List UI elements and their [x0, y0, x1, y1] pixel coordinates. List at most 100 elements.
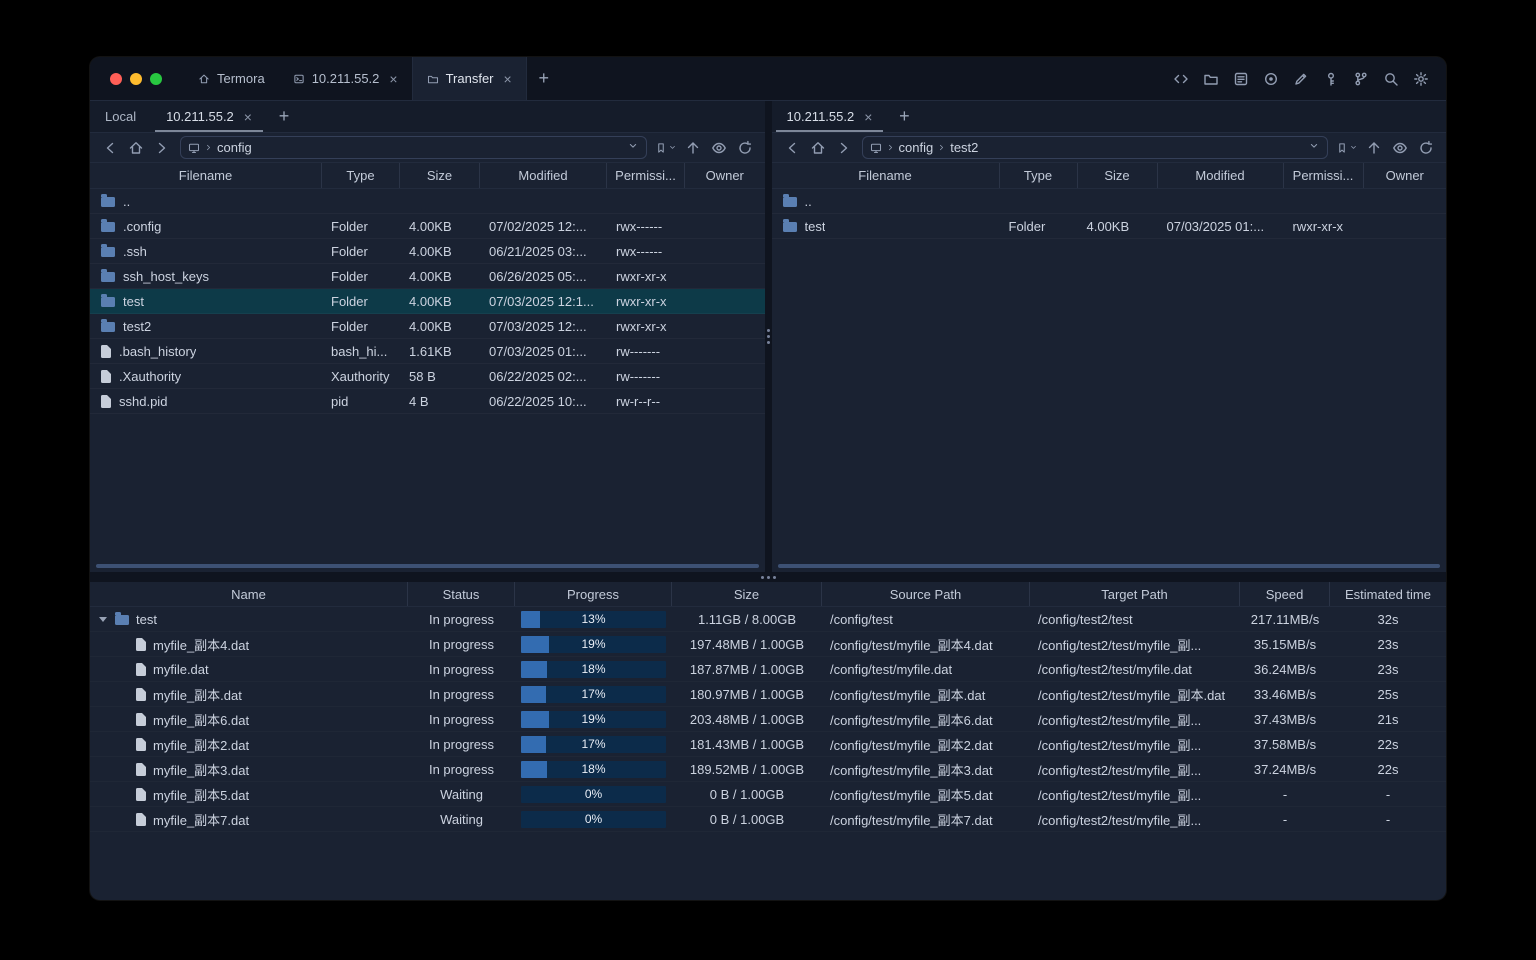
path-dropdown-button[interactable]	[627, 139, 639, 157]
path-breadcrumb[interactable]: config	[180, 136, 647, 159]
pane-splitter-vertical[interactable]	[764, 101, 772, 572]
column-header-size[interactable]: Size	[400, 163, 480, 188]
horizontal-scrollbar[interactable]	[772, 560, 1447, 572]
left-file-list[interactable]: .. .config Folder 4.00KB 07/02/2025 12:.…	[90, 189, 765, 560]
code-icon[interactable]	[1172, 70, 1190, 88]
tab-close-icon[interactable]: ×	[504, 72, 512, 86]
file-row[interactable]: .config Folder 4.00KB 07/02/2025 12:... …	[90, 214, 765, 239]
forward-button[interactable]	[150, 136, 174, 160]
transfer-row[interactable]: myfile.dat In progress 18% 187.87MB / 1.…	[90, 657, 1446, 682]
column-header-filename[interactable]: Filename	[772, 163, 1000, 188]
progress-bar: 18%	[521, 660, 666, 678]
column-header-permissions[interactable]: Permissi...	[607, 163, 685, 188]
close-window-button[interactable]	[110, 72, 122, 85]
column-header-size[interactable]: Size	[1078, 163, 1158, 188]
transfer-row[interactable]: myfile_副本2.dat In progress 17% 181.43MB …	[90, 732, 1446, 757]
search-icon[interactable]	[1382, 70, 1400, 88]
transfer-row[interactable]: test In progress 13% 1.11GB / 8.00GB /co…	[90, 607, 1446, 632]
home-button[interactable]	[124, 136, 148, 160]
path-segment[interactable]: test2	[950, 140, 978, 155]
record-icon[interactable]	[1262, 70, 1280, 88]
back-button[interactable]	[98, 136, 122, 160]
column-header-owner[interactable]: Owner	[1364, 163, 1447, 188]
folder-icon[interactable]	[1202, 70, 1220, 88]
right-file-list[interactable]: .. test Folder 4.00KB 07/03/2025 01:... …	[772, 189, 1447, 560]
path-segment[interactable]: config	[899, 140, 934, 155]
show-hidden-button[interactable]	[707, 136, 731, 160]
log-icon[interactable]	[1232, 70, 1250, 88]
show-hidden-button[interactable]	[1388, 136, 1412, 160]
file-row[interactable]: test2 Folder 4.00KB 07/03/2025 12:... rw…	[90, 314, 765, 339]
forward-button[interactable]	[832, 136, 856, 160]
bookmark-button[interactable]	[1334, 142, 1360, 154]
new-pane-tab-button[interactable]: +	[887, 101, 921, 132]
scrollbar-thumb[interactable]	[96, 564, 759, 568]
pane-splitter-horizontal[interactable]	[90, 572, 1446, 582]
back-button[interactable]	[780, 136, 804, 160]
file-row[interactable]: ..	[772, 189, 1447, 214]
column-header-status[interactable]: Status	[408, 582, 515, 606]
transfer-row[interactable]: myfile_副本7.dat Waiting 0% 0 B / 1.00GB /…	[90, 807, 1446, 832]
file-row[interactable]: .Xauthority Xauthority 58 B 06/22/2025 0…	[90, 364, 765, 389]
tab-local[interactable]: Local	[90, 101, 151, 132]
column-header-name[interactable]: Name	[90, 582, 408, 606]
file-row[interactable]: .bash_history bash_hi... 1.61KB 07/03/20…	[90, 339, 765, 364]
file-row[interactable]: ssh_host_keys Folder 4.00KB 06/26/2025 0…	[90, 264, 765, 289]
transfer-row[interactable]: myfile_副本4.dat In progress 19% 197.48MB …	[90, 632, 1446, 657]
key-icon[interactable]	[1322, 70, 1340, 88]
tab-host[interactable]: 10.211.55.2 ×	[279, 57, 412, 100]
path-segment[interactable]: config	[217, 140, 252, 155]
scrollbar-thumb[interactable]	[777, 564, 1440, 568]
left-pane-tabs: Local 10.211.55.2 × +	[90, 101, 765, 133]
file-row[interactable]: ..	[90, 189, 765, 214]
transfers-panel: Name Status Progress Size Source Path Ta…	[90, 582, 1446, 900]
tab-termora[interactable]: Termora	[184, 57, 279, 100]
new-pane-tab-button[interactable]: +	[267, 101, 301, 132]
column-header-target-path[interactable]: Target Path	[1030, 582, 1240, 606]
transfer-row[interactable]: myfile_副本.dat In progress 17% 180.97MB /…	[90, 682, 1446, 707]
refresh-button[interactable]	[733, 136, 757, 160]
column-header-speed[interactable]: Speed	[1240, 582, 1330, 606]
refresh-button[interactable]	[1414, 136, 1438, 160]
column-header-permissions[interactable]: Permissi...	[1284, 163, 1364, 188]
upload-button[interactable]	[1362, 136, 1386, 160]
file-icon	[136, 812, 146, 826]
transfer-row[interactable]: myfile_副本3.dat In progress 18% 189.52MB …	[90, 757, 1446, 782]
settings-icon[interactable]	[1412, 70, 1430, 88]
edit-icon[interactable]	[1292, 70, 1310, 88]
transfer-row[interactable]: myfile_副本5.dat Waiting 0% 0 B / 1.00GB /…	[90, 782, 1446, 807]
zoom-window-button[interactable]	[150, 72, 162, 85]
upload-button[interactable]	[681, 136, 705, 160]
transfers-list[interactable]: test In progress 13% 1.11GB / 8.00GB /co…	[90, 607, 1446, 900]
minimize-window-button[interactable]	[130, 72, 142, 85]
file-row[interactable]: sshd.pid pid 4 B 06/22/2025 10:... rw-r-…	[90, 389, 765, 414]
column-header-estimated-time[interactable]: Estimated time	[1330, 582, 1446, 606]
path-dropdown-button[interactable]	[1308, 139, 1320, 157]
transfer-row[interactable]: myfile_副本6.dat In progress 19% 203.48MB …	[90, 707, 1446, 732]
branch-icon[interactable]	[1352, 70, 1370, 88]
home-button[interactable]	[806, 136, 830, 160]
column-header-type[interactable]: Type	[1000, 163, 1078, 188]
path-breadcrumb[interactable]: config test2	[861, 136, 1328, 159]
tab-close-icon[interactable]: ×	[389, 72, 397, 86]
file-row[interactable]: .ssh Folder 4.00KB 06/21/2025 03:... rwx…	[90, 239, 765, 264]
tab-remote-host[interactable]: 10.211.55.2 ×	[151, 101, 267, 132]
tab-close-icon[interactable]: ×	[244, 110, 252, 124]
bookmark-button[interactable]	[653, 142, 679, 154]
column-header-filename[interactable]: Filename	[90, 163, 322, 188]
tab-remote-host[interactable]: 10.211.55.2 ×	[772, 101, 888, 132]
column-header-size[interactable]: Size	[672, 582, 822, 606]
new-tab-button[interactable]: +	[527, 57, 561, 100]
column-header-modified[interactable]: Modified	[1158, 163, 1284, 188]
column-header-owner[interactable]: Owner	[685, 163, 765, 188]
column-header-type[interactable]: Type	[322, 163, 400, 188]
column-header-source-path[interactable]: Source Path	[822, 582, 1030, 606]
horizontal-scrollbar[interactable]	[90, 560, 765, 572]
file-row-selected[interactable]: test Folder 4.00KB 07/03/2025 12:1... rw…	[90, 289, 765, 314]
column-header-modified[interactable]: Modified	[480, 163, 607, 188]
tab-close-icon[interactable]: ×	[864, 110, 872, 124]
collapse-chevron-icon[interactable]	[99, 616, 107, 622]
column-header-progress[interactable]: Progress	[515, 582, 672, 606]
file-row[interactable]: test Folder 4.00KB 07/03/2025 01:... rwx…	[772, 214, 1447, 239]
tab-transfer[interactable]: Transfer ×	[411, 57, 527, 100]
